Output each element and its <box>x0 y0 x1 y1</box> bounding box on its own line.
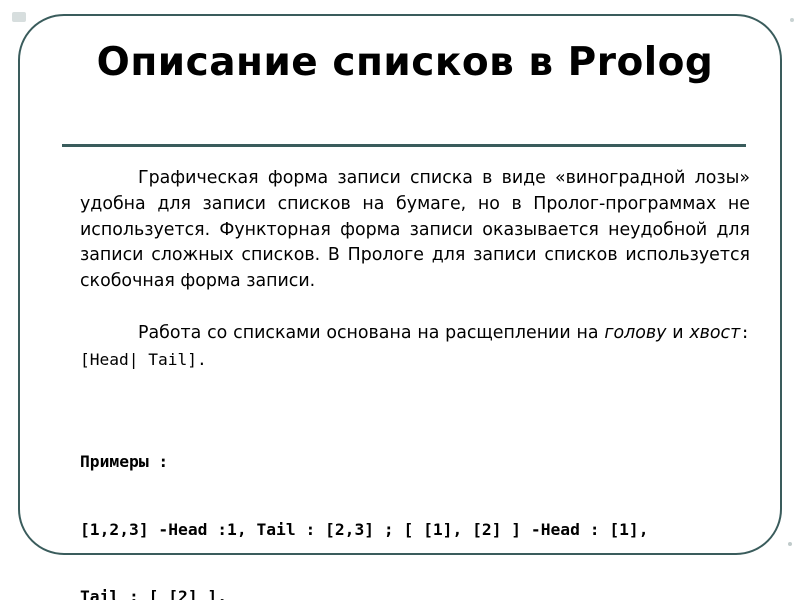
title-divider <box>62 144 746 147</box>
paragraph-head-tail-between: и <box>666 322 690 343</box>
paragraph-head-tail: Работа со списками основана на расщеплен… <box>80 320 750 374</box>
example-line-2: Tail : [ [2] ]. <box>80 587 228 600</box>
examples-block: Примеры : [1,2,3] -Head :1, Tail : [2,3]… <box>80 406 770 600</box>
page-title: Описание списков в Prolog <box>96 40 714 85</box>
scan-artifact-top-left <box>12 12 26 22</box>
emphasis-hvost: хвост <box>689 322 741 343</box>
scan-artifact-top-right <box>790 18 794 22</box>
paragraph-head-tail-lead: Работа со списками основана на расщеплен… <box>138 322 605 343</box>
paragraph-graphic-form: Графическая форма записи списка в виде «… <box>80 168 750 292</box>
examples-label: Примеры : <box>80 452 169 471</box>
emphasis-golovu: голову <box>604 322 667 343</box>
scan-artifact-bottom-right <box>788 542 792 546</box>
example-line-1: [1,2,3] -Head :1, Tail : [2,3] ; [ [1], … <box>80 519 649 539</box>
slide: Описание списков в Prolog Графическая фо… <box>0 0 800 600</box>
body-text-block: Графическая форма записи списка в виде «… <box>80 166 750 374</box>
